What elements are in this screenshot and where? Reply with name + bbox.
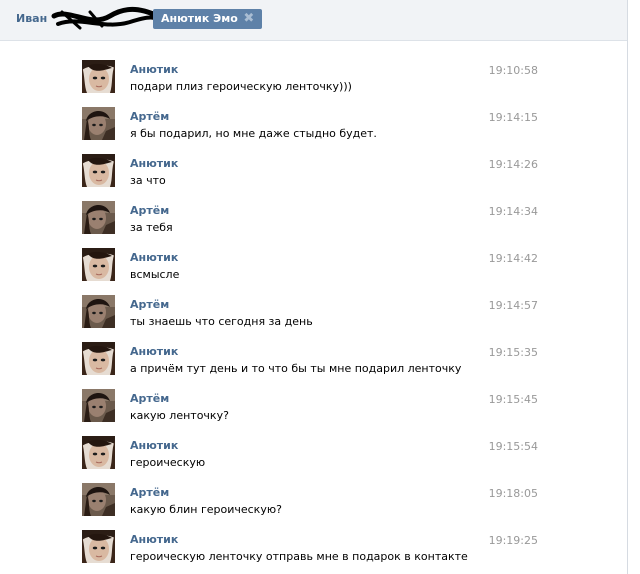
avatar-photo [82, 389, 115, 422]
message-time: 19:15:54 [488, 440, 538, 453]
message-time: 19:14:34 [488, 205, 538, 218]
message-text: подари плиз героическую ленточку))) [130, 80, 352, 93]
avatar-photo [82, 342, 115, 375]
message-text: за что [130, 174, 166, 187]
avatar[interactable] [82, 154, 115, 187]
right-border [627, 0, 628, 574]
message-author[interactable]: Артём [130, 392, 169, 405]
message-text: какую ленточку? [130, 409, 229, 422]
message-time: 19:10:58 [488, 64, 538, 77]
message-time: 19:14:15 [488, 111, 538, 124]
avatar-photo [82, 154, 115, 187]
message-text: героическую ленточку отправь мне в подар… [130, 550, 468, 563]
avatar-photo [82, 530, 115, 563]
message-author[interactable]: Артём [130, 110, 169, 123]
avatar[interactable] [82, 530, 115, 563]
avatar[interactable] [82, 483, 115, 516]
message-row: Анютик подари плиз героическую ленточку)… [82, 60, 542, 107]
message-author[interactable]: Анютик [130, 63, 178, 76]
avatar-photo [82, 436, 115, 469]
message-row: Артём за тебя 19:14:34 [82, 201, 542, 248]
message-time: 19:19:25 [488, 534, 538, 547]
message-author[interactable]: Артём [130, 204, 169, 217]
message-author[interactable]: Анютик [130, 251, 178, 264]
message-row: Анютик всмысле 19:14:42 [82, 248, 542, 295]
avatar[interactable] [82, 342, 115, 375]
avatar-photo [82, 483, 115, 516]
avatar[interactable] [82, 436, 115, 469]
message-time: 19:14:57 [488, 299, 538, 312]
message-row: Артём я бы подарил, но мне даже стыдно б… [82, 107, 542, 154]
avatar[interactable] [82, 295, 115, 328]
message-text: ты знаешь что сегодня за день [130, 315, 313, 328]
message-author[interactable]: Артём [130, 298, 169, 311]
message-author[interactable]: Анютик [130, 439, 178, 452]
message-author[interactable]: Анютик [130, 533, 178, 546]
message-text: всмысле [130, 268, 180, 281]
message-row: Анютик а причём тут день и то что бы ты … [82, 342, 542, 389]
message-row: Анютик героическую 19:15:54 [82, 436, 542, 483]
avatar[interactable] [82, 248, 115, 281]
message-author[interactable]: Анютик [130, 157, 178, 170]
message-time: 19:18:05 [488, 487, 538, 500]
message-row: Артём какую блин героическую? 19:18:05 [82, 483, 542, 530]
tab-active-label: Анютик Эмо [161, 12, 238, 25]
tab-active-dialog[interactable]: Анютик Эмо ✖ [153, 9, 262, 29]
message-author[interactable]: Анютик [130, 345, 178, 358]
avatar-photo [82, 107, 115, 140]
message-list: Анютик подари плиз героическую ленточку)… [82, 60, 542, 574]
message-time: 19:14:42 [488, 252, 538, 265]
avatar-photo [82, 201, 115, 234]
message-row: Артём ты знаешь что сегодня за день 19:1… [82, 295, 542, 342]
avatar-photo [82, 295, 115, 328]
tab-user[interactable]: Иван [16, 12, 47, 25]
message-row: Анютик за что 19:14:26 [82, 154, 542, 201]
message-text: а причём тут день и то что бы ты мне под… [130, 362, 462, 375]
avatar-photo [82, 60, 115, 93]
message-text: какую блин героическую? [130, 503, 282, 516]
message-time: 19:15:35 [488, 346, 538, 359]
avatar-photo [82, 248, 115, 281]
message-text: героическую [130, 456, 206, 469]
message-time: 19:14:26 [488, 158, 538, 171]
close-icon[interactable]: ✖ [243, 9, 255, 29]
dialog-tab-bar: Иван Анютик Эмо ✖ [0, 0, 628, 41]
dialog-window: Иван Анютик Эмо ✖ Анютик подари плиз гер… [0, 0, 640, 574]
message-author[interactable]: Артём [130, 486, 169, 499]
message-row: Анютик героическую ленточку отправь мне … [82, 530, 542, 574]
avatar[interactable] [82, 389, 115, 422]
message-text: я бы подарил, но мне даже стыдно будет. [130, 127, 377, 140]
avatar[interactable] [82, 201, 115, 234]
avatar[interactable] [82, 60, 115, 93]
message-time: 19:15:45 [488, 393, 538, 406]
message-row: Артём какую ленточку? 19:15:45 [82, 389, 542, 436]
scribble-redaction [51, 6, 170, 30]
avatar[interactable] [82, 107, 115, 140]
message-text: за тебя [130, 221, 173, 234]
